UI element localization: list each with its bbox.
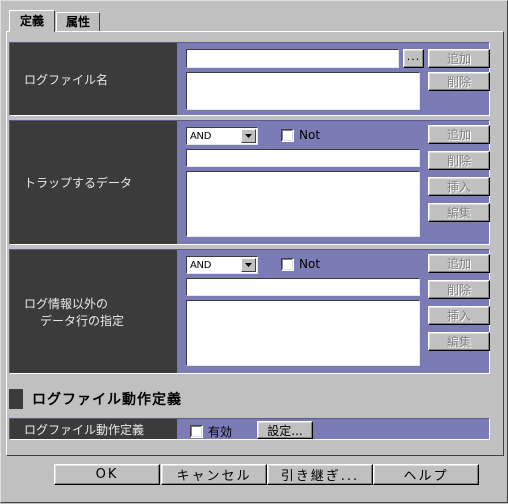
behavior-enable-label: 有効 bbox=[208, 425, 233, 439]
logfile-browse-button[interactable]: ... bbox=[403, 49, 424, 68]
chevron-down-icon[interactable] bbox=[241, 129, 256, 143]
non-log-logic-value: AND bbox=[190, 259, 212, 271]
section-logfile-name: ログファイル名 ... 追加 削除 bbox=[9, 42, 490, 116]
logfile-delete-button[interactable]: 削除 bbox=[428, 72, 490, 91]
trap-data-delete-button[interactable]: 削除 bbox=[428, 151, 490, 170]
inherit-button[interactable]: 引き継ぎ... bbox=[267, 464, 373, 485]
help-button[interactable]: ヘルプ bbox=[373, 464, 479, 485]
tab-attributes[interactable]: 属性 bbox=[56, 12, 101, 32]
group-marker-icon bbox=[9, 389, 23, 409]
trap-data-logic-combo[interactable]: AND bbox=[186, 127, 258, 145]
trap-data-listbox[interactable] bbox=[186, 171, 420, 237]
section-non-log-data-lines: ログ情報以外の データ行の指定 AND Not 追加 削除 挿入 編集 bbox=[9, 249, 490, 374]
tab-strip: 定義 属性 bbox=[9, 10, 101, 32]
non-log-listbox[interactable] bbox=[186, 300, 420, 366]
behavior-group-header: ログファイル動作定義 bbox=[9, 389, 182, 409]
behavior-enable-checkbox-box[interactable] bbox=[190, 425, 203, 438]
non-log-not-checkbox-box[interactable] bbox=[281, 257, 294, 271]
section-trap-data-label: トラップするデータ bbox=[10, 121, 177, 244]
section-trap-data: トラップするデータ AND Not 追加 削除 挿入 編集 bbox=[9, 120, 490, 245]
section-logfile-name-body: ... 追加 削除 bbox=[177, 43, 490, 115]
trap-data-add-button[interactable]: 追加 bbox=[428, 125, 490, 144]
chevron-down-icon[interactable] bbox=[241, 258, 256, 272]
logfile-name-input[interactable] bbox=[186, 49, 399, 68]
non-log-insert-button[interactable]: 挿入 bbox=[428, 306, 490, 325]
section-non-log-data-lines-label: ログ情報以外の データ行の指定 bbox=[10, 250, 177, 373]
behavior-definition-row: ログファイル動作定義 有効 設定... bbox=[9, 418, 490, 440]
logfile-name-listbox[interactable] bbox=[186, 72, 420, 110]
trap-data-not-label: Not bbox=[299, 128, 321, 142]
section-trap-data-label-line1: トラップするデータ bbox=[24, 176, 133, 190]
non-log-input[interactable] bbox=[186, 278, 420, 296]
dialog-footer: OK キャンセル 引き継ぎ... ヘルプ bbox=[1, 464, 508, 504]
non-log-edit-button[interactable]: 編集 bbox=[428, 332, 490, 351]
cancel-button[interactable]: キャンセル bbox=[161, 464, 267, 485]
section-logfile-name-label-line1: ログファイル名 bbox=[24, 72, 109, 87]
section-non-log-data-lines-label-line1: ログ情報以外の bbox=[24, 296, 109, 311]
trap-data-edit-button[interactable]: 編集 bbox=[428, 203, 490, 222]
trap-data-input[interactable] bbox=[186, 149, 420, 167]
behavior-settings-button[interactable]: 設定... bbox=[257, 421, 313, 439]
trap-data-not-checkbox-box[interactable] bbox=[281, 128, 294, 142]
behavior-enable-checkbox[interactable]: 有効 bbox=[190, 423, 232, 440]
logfile-add-button[interactable]: 追加 bbox=[428, 49, 490, 68]
trap-data-logic-value: AND bbox=[190, 130, 212, 142]
non-log-not-label: Not bbox=[299, 257, 321, 271]
non-log-logic-combo[interactable]: AND bbox=[186, 256, 258, 274]
behavior-row-label: ログファイル動作定義 bbox=[10, 419, 177, 439]
section-non-log-data-lines-label-line2: データ行の指定 bbox=[40, 313, 125, 328]
trap-data-insert-button[interactable]: 挿入 bbox=[428, 177, 490, 196]
section-trap-data-body: AND Not 追加 削除 挿入 編集 bbox=[177, 121, 490, 244]
non-log-add-button[interactable]: 追加 bbox=[428, 254, 490, 273]
log-file-definition-dialog: 定義 属性 ログファイル名 ... 追加 削除 トラップするデータ AND No… bbox=[0, 0, 508, 503]
non-log-not-checkbox[interactable]: Not bbox=[281, 257, 320, 271]
trap-data-not-checkbox[interactable]: Not bbox=[281, 128, 320, 142]
non-log-delete-button[interactable]: 削除 bbox=[428, 280, 490, 299]
section-non-log-data-lines-body: AND Not 追加 削除 挿入 編集 bbox=[177, 250, 490, 373]
tab-definition[interactable]: 定義 bbox=[9, 10, 56, 32]
ok-button[interactable]: OK bbox=[54, 464, 160, 485]
behavior-group-title: ログファイル動作定義 bbox=[32, 392, 182, 408]
section-logfile-name-label: ログファイル名 bbox=[10, 43, 177, 115]
